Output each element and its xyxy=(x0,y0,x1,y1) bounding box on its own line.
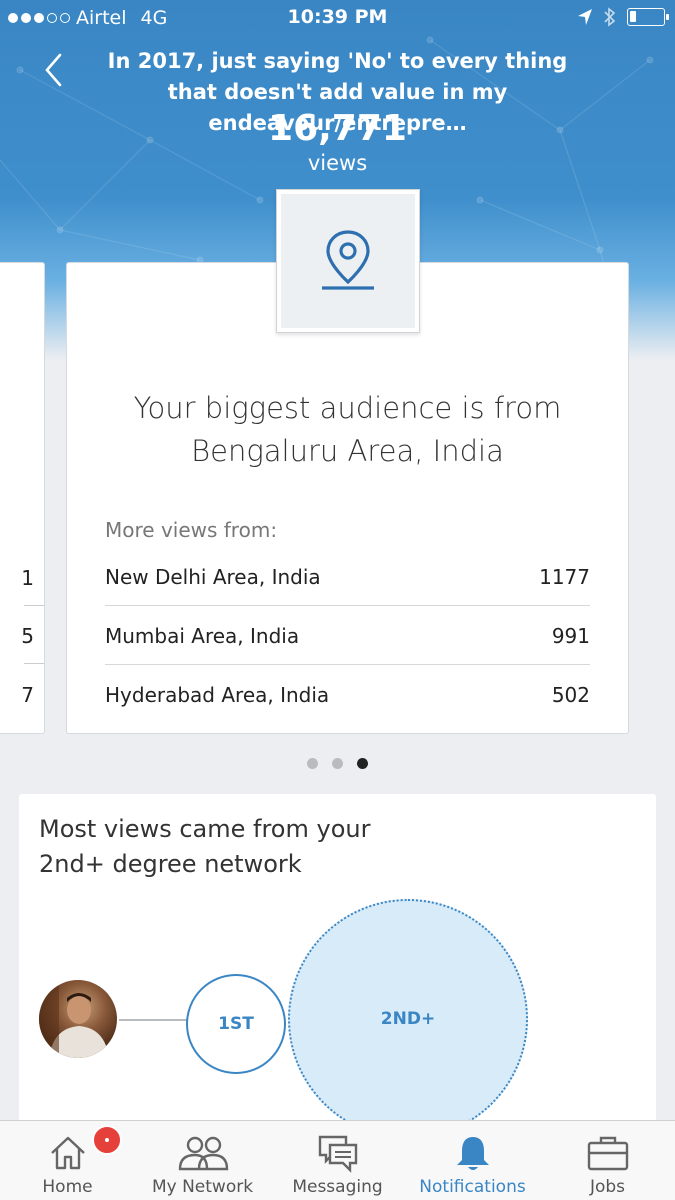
more-views-label: More views from: xyxy=(105,518,278,542)
location-tile xyxy=(276,189,420,333)
tab-label: My Network xyxy=(151,1177,254,1197)
avatar xyxy=(39,980,117,1058)
briefcase-icon xyxy=(587,1136,628,1171)
tab-bar: Home My Network Messaging Notifications xyxy=(0,1120,675,1200)
network-degree-card[interactable]: Most views came from your 2nd+ degree ne… xyxy=(19,794,656,1134)
bluetooth-icon xyxy=(604,7,616,27)
views-label: views xyxy=(307,151,368,175)
location-arrow-icon xyxy=(578,9,592,25)
location-row[interactable]: Hyderabad Area, India 502 xyxy=(105,666,590,724)
divider xyxy=(24,663,44,664)
audience-title-line: Your biggest audience is from xyxy=(133,391,562,425)
location-name: New Delhi Area, India xyxy=(105,564,321,589)
location-count: 1177 xyxy=(539,564,590,589)
page-dot[interactable] xyxy=(357,758,368,769)
location-count: 991 xyxy=(551,623,590,648)
battery-icon xyxy=(627,8,669,26)
previous-card-count: 7 xyxy=(21,683,34,707)
chevron-left-icon xyxy=(45,53,62,87)
network-card-title: Most views came from your 2nd+ degree ne… xyxy=(39,815,371,878)
tab-label: Jobs xyxy=(589,1177,626,1197)
location-row[interactable]: Mumbai Area, India 991 xyxy=(105,607,590,665)
location-name: Mumbai Area, India xyxy=(105,623,300,648)
profile-photo xyxy=(39,980,109,1058)
biggest-audience-title: Your biggest audience is from Bengaluru … xyxy=(66,387,629,473)
previous-card[interactable]: 1 5 7 xyxy=(0,262,45,734)
location-count: 502 xyxy=(551,683,590,707)
home-icon xyxy=(50,1136,85,1170)
status-bar: Airtel 4G 10:39 PM xyxy=(0,0,675,36)
first-degree-label: 1ST xyxy=(218,1014,254,1034)
previous-card-count: 5 xyxy=(21,624,34,648)
tab-label: Messaging xyxy=(292,1177,383,1197)
bell-icon xyxy=(456,1137,489,1170)
tab-notifications[interactable]: Notifications xyxy=(405,1121,540,1200)
battery-level xyxy=(630,11,636,22)
tab-jobs[interactable]: Jobs xyxy=(540,1121,675,1200)
connection-line xyxy=(119,1019,187,1021)
second-degree-circle[interactable]: 2ND+ xyxy=(288,899,528,1134)
divider xyxy=(24,605,44,606)
tab-my-network[interactable]: My Network xyxy=(135,1121,270,1200)
location-pin-icon xyxy=(322,230,374,290)
back-button[interactable] xyxy=(36,50,70,90)
tab-home[interactable]: Home xyxy=(0,1121,135,1200)
second-degree-label: 2ND+ xyxy=(380,1009,436,1029)
clock: 10:39 PM xyxy=(287,6,388,28)
page-dot[interactable] xyxy=(332,758,343,769)
page-indicator[interactable] xyxy=(0,758,675,769)
location-row[interactable]: New Delhi Area, India 1177 xyxy=(105,548,590,606)
location-name: Hyderabad Area, India xyxy=(105,683,330,707)
first-degree-circle[interactable]: 1ST xyxy=(186,974,286,1074)
tab-label: Home xyxy=(42,1177,93,1197)
tab-label: Notifications xyxy=(419,1177,526,1197)
audience-location: Bengaluru Area, India xyxy=(191,434,504,468)
page-dot[interactable] xyxy=(307,758,318,769)
views-count: 16,771 xyxy=(268,108,407,149)
network-icon xyxy=(178,1136,228,1171)
messaging-icon xyxy=(318,1135,357,1173)
previous-card-count: 1 xyxy=(21,566,34,590)
tab-messaging[interactable]: Messaging xyxy=(270,1121,405,1200)
notification-badge xyxy=(92,1125,122,1155)
